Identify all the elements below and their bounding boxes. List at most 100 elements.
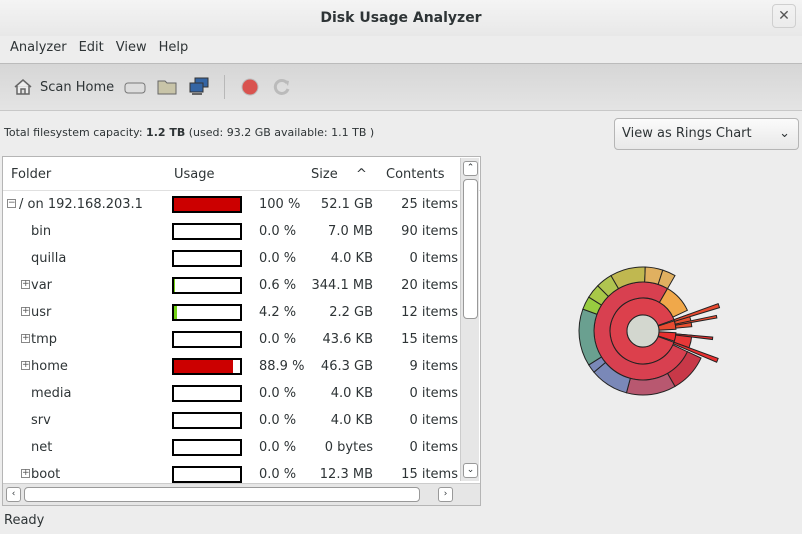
capacity-info: Total filesystem capacity: 1.2 TB (used:… <box>4 126 374 139</box>
menu-view[interactable]: View <box>110 36 153 62</box>
table-row[interactable]: srv 0.0 % 4.0 KB 0 items <box>3 407 458 434</box>
folder-contents: 9 items <box>409 359 458 374</box>
folder-name: net <box>31 440 53 455</box>
table-row[interactable]: + var 0.6 % 344.1 MB 20 items <box>3 272 458 299</box>
column-usage[interactable]: Usage <box>174 167 215 182</box>
folder-name: media <box>31 386 72 401</box>
column-size[interactable]: Size <box>311 167 338 182</box>
stop-button[interactable] <box>239 77 261 97</box>
horizontal-scrollbar[interactable]: ‹ › <box>3 483 480 505</box>
folder-contents: 15 items <box>401 332 458 347</box>
usage-percent: 0.0 % <box>259 386 297 401</box>
capacity-prefix: Total filesystem capacity: <box>4 126 147 139</box>
folder-contents: 0 items <box>409 251 458 266</box>
folder-contents: 0 items <box>409 413 458 428</box>
folder-tree: Folder Usage Size ^ Contents − / on 192.1… <box>2 156 481 506</box>
collapse-icon[interactable]: − <box>7 199 16 208</box>
usage-bar <box>172 358 242 375</box>
menu-edit[interactable]: Edit <box>73 36 110 62</box>
capacity-total: 1.2 TB <box>146 126 186 139</box>
usage-bar <box>172 250 242 267</box>
menu-help[interactable]: Help <box>153 36 195 62</box>
close-button[interactable]: ✕ <box>772 4 796 28</box>
usage-percent: 0.0 % <box>259 413 297 428</box>
home-icon <box>12 77 34 97</box>
scroll-right-button[interactable]: › <box>438 487 453 502</box>
expand-icon[interactable]: + <box>21 361 30 370</box>
folder-name: tmp <box>31 332 58 347</box>
usage-percent: 4.2 % <box>259 305 297 320</box>
tree-header: Folder Usage Size ^ Contents <box>3 157 480 191</box>
table-row[interactable]: − / on 192.168.203.1 100 % 52.1 GB 25 items <box>3 191 458 218</box>
usage-percent: 100 % <box>259 197 301 212</box>
folder-size: 0 bytes <box>324 440 373 455</box>
scan-home-label: Scan Home <box>40 79 115 95</box>
scroll-up-button[interactable]: ⌃ <box>463 161 478 176</box>
folder-contents: 15 items <box>401 467 458 482</box>
folder-size: 52.1 GB <box>320 197 373 212</box>
table-row[interactable]: + home 88.9 % 46.3 GB 9 items <box>3 353 458 380</box>
table-row[interactable]: quilla 0.0 % 4.0 KB 0 items <box>3 245 458 272</box>
usage-bar <box>172 412 242 429</box>
usage-percent: 0.0 % <box>259 467 297 482</box>
usage-percent: 88.9 % <box>259 359 305 374</box>
view-mode-value: View as Rings Chart <box>622 126 752 141</box>
folder-name: bin <box>31 224 52 239</box>
scan-home-button[interactable]: Scan Home <box>12 77 114 97</box>
usage-bar <box>172 466 242 483</box>
capacity-detail: (used: 93.2 GB available: 1.1 TB ) <box>185 126 375 139</box>
usage-bar <box>172 223 242 240</box>
table-row[interactable]: + usr 4.2 % 2.2 GB 12 items <box>3 299 458 326</box>
horizontal-scroll-thumb[interactable] <box>24 487 420 502</box>
folder-name: boot <box>31 467 61 482</box>
table-row[interactable]: media 0.0 % 4.0 KB 0 items <box>3 380 458 407</box>
scan-remote-button[interactable] <box>188 77 210 97</box>
scroll-down-button[interactable]: ⌄ <box>463 463 478 478</box>
folder-contents: 0 items <box>409 440 458 455</box>
vertical-scrollbar[interactable]: ⌃ ⌄ <box>460 158 479 481</box>
usage-percent: 0.0 % <box>259 440 297 455</box>
expand-icon[interactable]: + <box>21 280 30 289</box>
scroll-left-button[interactable]: ‹ <box>6 487 21 502</box>
toolbar-separator <box>224 75 226 99</box>
column-contents[interactable]: Contents <box>386 167 444 182</box>
toolbar: Scan Home <box>0 63 802 111</box>
folder-size: 43.6 KB <box>322 332 373 347</box>
view-mode-select[interactable]: View as Rings Chart ⌄ <box>614 118 799 150</box>
usage-percent: 0.0 % <box>259 332 297 347</box>
usage-bar <box>172 277 242 294</box>
scan-filesystem-button[interactable] <box>124 77 146 97</box>
rings-chart[interactable] <box>560 250 740 420</box>
folder-contents: 20 items <box>401 278 458 293</box>
scan-folder-button[interactable] <box>156 77 178 97</box>
folder-size: 2.2 GB <box>329 305 373 320</box>
status-bar: Ready <box>4 513 45 528</box>
menu-analyzer[interactable]: Analyzer <box>4 36 73 62</box>
menu-bar: Analyzer Edit View Help <box>0 36 802 62</box>
sort-ascending-icon: ^ <box>356 167 367 182</box>
usage-bar <box>172 439 242 456</box>
usage-percent: 0.0 % <box>259 251 297 266</box>
folder-contents: 90 items <box>401 224 458 239</box>
expand-icon[interactable]: + <box>21 334 30 343</box>
refresh-button[interactable] <box>271 77 293 97</box>
folder-name: quilla <box>31 251 67 266</box>
table-row[interactable]: net 0.0 % 0 bytes 0 items <box>3 434 458 461</box>
chevron-down-icon: ⌄ <box>779 126 790 141</box>
expand-icon[interactable]: + <box>21 307 30 316</box>
column-folder[interactable]: Folder <box>11 167 51 182</box>
usage-percent: 0.6 % <box>259 278 297 293</box>
folder-name: var <box>31 278 53 293</box>
vertical-scroll-thumb[interactable] <box>463 179 478 319</box>
usage-bar <box>172 196 242 213</box>
table-row[interactable]: + tmp 0.0 % 43.6 KB 15 items <box>3 326 458 353</box>
usage-bar <box>172 385 242 402</box>
folder-size: 4.0 KB <box>330 386 373 401</box>
folder-contents: 25 items <box>401 197 458 212</box>
folder-size: 12.3 MB <box>319 467 373 482</box>
usage-bar <box>172 304 242 321</box>
folder-size: 344.1 MB <box>311 278 373 293</box>
table-row[interactable]: bin 0.0 % 7.0 MB 90 items <box>3 218 458 245</box>
ring-center[interactable] <box>626 314 660 348</box>
expand-icon[interactable]: + <box>21 469 30 478</box>
